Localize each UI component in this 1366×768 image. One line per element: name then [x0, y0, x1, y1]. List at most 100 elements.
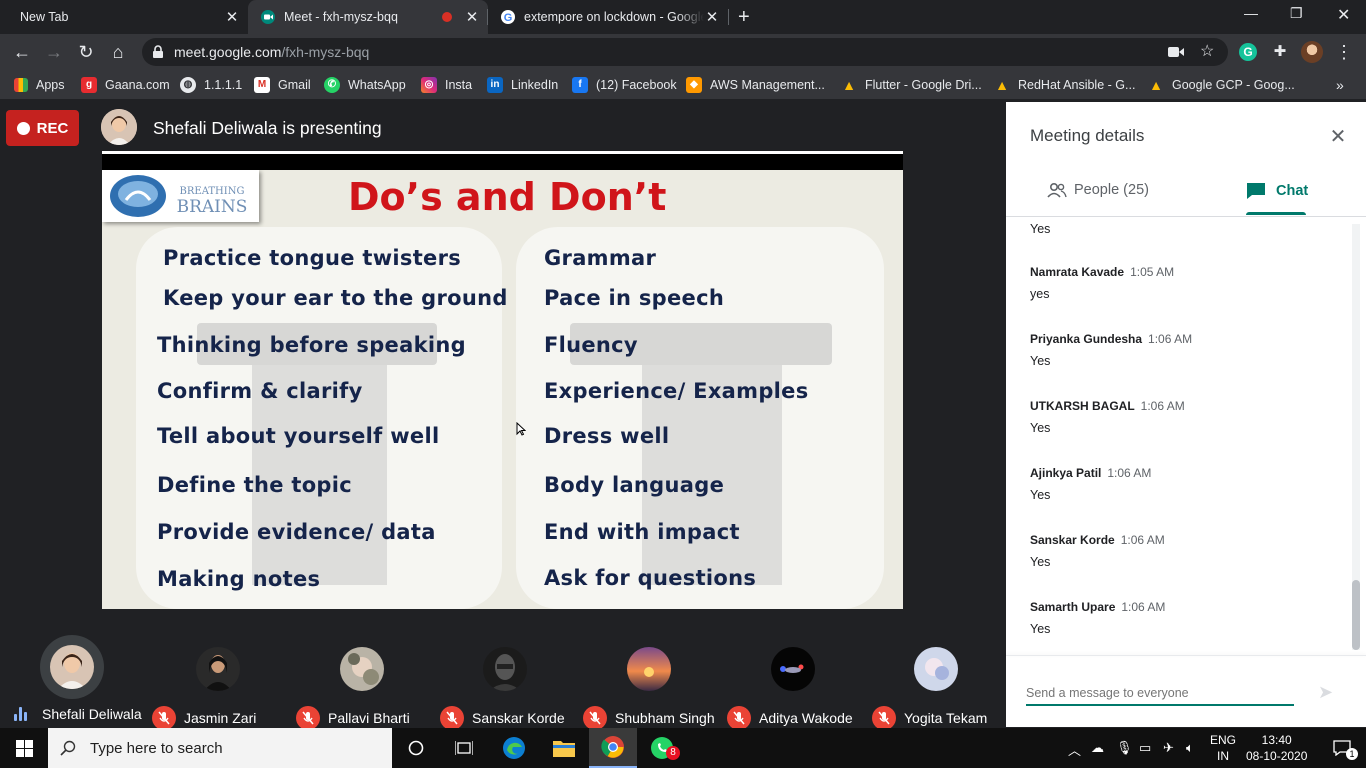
chat-message-input[interactable] [1026, 686, 1294, 706]
slide-left-item: Making notes [157, 567, 321, 591]
bookmark-gmail[interactable]: M Gmail [254, 76, 311, 94]
minimize-icon[interactable]: — [1244, 5, 1258, 21]
participant-tile[interactable]: Jasmin Zari [144, 637, 288, 730]
tab-people[interactable]: People (25) [1046, 182, 1149, 198]
restore-icon[interactable]: ❐ [1290, 5, 1303, 22]
participant-name-row: Shefali Deliwala [14, 706, 142, 722]
slide-black-band [102, 154, 903, 170]
slide-left-item: Practice tongue twisters [163, 246, 462, 270]
volume-icon[interactable]: 🔈︎ [1186, 740, 1194, 756]
tab-title: extempore on lockdown - Google Search [524, 10, 704, 24]
reload-icon[interactable]: ↻ [74, 40, 98, 64]
send-icon[interactable]: ➤ [1318, 682, 1333, 703]
message-text: Yes [1030, 488, 1051, 502]
chat-scrollbar[interactable] [1352, 224, 1360, 650]
participant-tile[interactable]: Shubham Singh [575, 637, 719, 730]
star-bookmark-icon[interactable]: ☆ [1200, 41, 1214, 61]
message-time: 1:06 AM [1120, 533, 1165, 547]
participant-tile[interactable]: Aditya Wakode [719, 637, 863, 730]
message-sender: Sanskar Korde [1030, 533, 1115, 547]
window-close-icon[interactable]: ✕ [1337, 5, 1350, 25]
bookmark-flutter-drive[interactable]: ▲ Flutter - Google Dri... [841, 76, 982, 94]
forward-arrow-icon[interactable]: → [42, 40, 66, 64]
back-arrow-icon[interactable]: ← [10, 40, 34, 64]
battery-icon[interactable]: ▭ [1139, 740, 1151, 756]
bookmark-insta[interactable]: ◎ Insta [421, 76, 472, 94]
bookmark-whatsapp[interactable]: ✆ WhatsApp [324, 76, 406, 94]
message-text: Yes [1030, 222, 1051, 236]
camera-icon[interactable] [1168, 46, 1184, 58]
participant-tile[interactable]: Shefali Deliwala [0, 635, 144, 723]
google-icon: G [501, 10, 515, 24]
bookmark-linkedin[interactable]: in LinkedIn [487, 76, 558, 94]
recording-badge[interactable]: REC [6, 110, 79, 146]
extensions-puzzle-icon[interactable]: ✚ [1269, 41, 1291, 63]
file-explorer-icon[interactable] [540, 728, 588, 768]
close-icon[interactable]: ✕ [464, 8, 480, 26]
airplane-mode-icon[interactable]: ✈ [1163, 740, 1174, 756]
windows-start-icon[interactable] [0, 728, 48, 768]
home-icon[interactable]: ⌂ [106, 40, 130, 64]
message-sender: Priyanka Gundesha [1030, 332, 1143, 346]
slide-right-item: Experience/ Examples [544, 379, 809, 403]
bookmark-ansible-drive[interactable]: ▲ RedHat Ansible - G... [994, 76, 1135, 94]
scrollbar-thumb[interactable] [1352, 580, 1360, 650]
mic-off-icon [727, 706, 751, 730]
chevron-right-icon[interactable]: » [1336, 76, 1344, 94]
onedrive-cloud-icon[interactable]: ☁ [1091, 740, 1104, 756]
bookmark-apps[interactable]: Apps [14, 76, 65, 94]
whatsapp-icon[interactable]: 8 [638, 728, 686, 768]
breathing-brains-logo: BREATHING BRAINS [102, 170, 259, 222]
tab-google-search[interactable]: G extempore on lockdown - Google Search … [488, 0, 728, 34]
close-icon[interactable]: ✕ [704, 8, 720, 26]
bookmark-label: WhatsApp [348, 78, 406, 92]
participant-tile[interactable]: Yogita Tekam [862, 637, 1006, 730]
participant-tile[interactable]: Sanskar Korde [431, 637, 575, 730]
close-icon[interactable]: ✕ [1326, 124, 1350, 148]
chat-message: Ajinkya Patil 1:06 AM Yes [1030, 464, 1151, 502]
close-icon[interactable]: ✕ [224, 8, 240, 26]
globe-icon: ◍ [180, 77, 196, 93]
grammarly-icon[interactable]: G [1237, 41, 1259, 63]
kebab-menu-icon[interactable]: ⋮ [1333, 41, 1355, 63]
bookmark-aws[interactable]: ◆ AWS Management... [686, 76, 825, 94]
region-code: IN [1217, 749, 1229, 763]
task-view-icon[interactable] [440, 728, 488, 768]
language-indicator[interactable]: ENG IN [1210, 732, 1236, 764]
participant-name-row: Yogita Tekam [872, 706, 987, 730]
mic-off-icon [296, 706, 320, 730]
bookmark-label: Flutter - Google Dri... [865, 78, 982, 92]
cortana-icon[interactable] [392, 728, 440, 768]
address-bar[interactable]: meet.google.com/fxh-mysz-bqq ☆ [142, 38, 1228, 66]
bookmark-1111[interactable]: ◍ 1.1.1.1 [180, 76, 242, 94]
slide-left-item: Tell about yourself well [157, 424, 440, 448]
recording-dot-icon [442, 12, 452, 22]
whatsapp-icon: ✆ [324, 77, 340, 93]
action-center-icon[interactable]: 1 [1318, 728, 1366, 768]
bookmark-facebook[interactable]: f (12) Facebook [572, 76, 677, 94]
active-tab-indicator [1246, 212, 1306, 215]
lock-icon[interactable] [152, 45, 164, 59]
profile-avatar[interactable] [1301, 41, 1323, 63]
tab-chat[interactable]: Chat [1246, 182, 1308, 200]
taskbar-search-box[interactable]: Type here to search [48, 728, 392, 768]
mic-off-icon [872, 706, 896, 730]
search-placeholder: Type here to search [90, 739, 223, 757]
bookmark-label: Google GCP - Goog... [1172, 78, 1295, 92]
edge-browser-icon[interactable] [490, 728, 538, 768]
avatar [483, 647, 527, 691]
chevron-up-icon[interactable]: ︿ [1068, 740, 1081, 759]
chat-message: UTKARSH BAGAL 1:06 AM Yes [1030, 397, 1185, 435]
tab-meet[interactable]: Meet - fxh-mysz-bqq ✕ [248, 0, 488, 34]
bookmark-gcp-drive[interactable]: ▲ Google GCP - Goog... [1148, 76, 1295, 94]
tab-new-tab[interactable]: New Tab ✕ [0, 0, 248, 34]
new-tab-plus-icon[interactable]: + [738, 6, 750, 29]
participant-tile[interactable]: Pallavi Bharti [288, 637, 432, 730]
google-drive-icon: ▲ [995, 77, 1009, 93]
chrome-icon[interactable] [589, 728, 637, 768]
microphone-icon[interactable]: 🎙︎ [1116, 740, 1133, 756]
bookmark-gaana[interactable]: g Gaana.com [81, 76, 170, 94]
panel-title: Meeting details [1030, 126, 1145, 145]
system-clock[interactable]: 13:40 08-10-2020 [1246, 732, 1307, 764]
record-dot-icon [16, 121, 30, 135]
